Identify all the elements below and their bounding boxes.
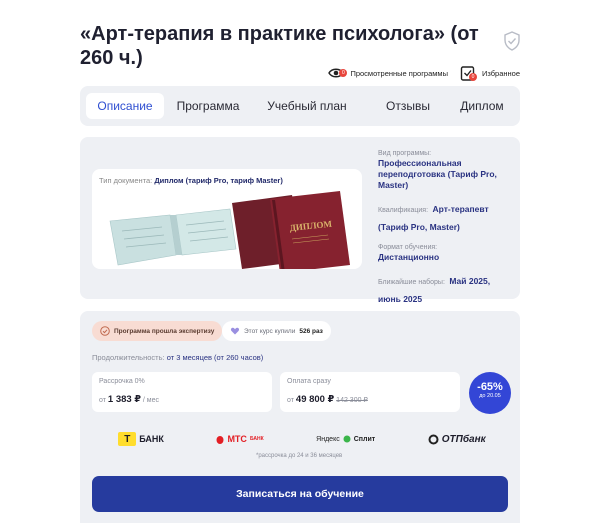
discount-until: до 20.05 bbox=[479, 393, 501, 399]
tab-reviews[interactable]: Отзывы bbox=[362, 93, 454, 119]
eye-icon: 0 bbox=[328, 66, 348, 80]
tab-description[interactable]: Описание bbox=[86, 93, 164, 119]
expertise-badge: Программа прошла экспертизу bbox=[92, 321, 223, 341]
split-circle-icon bbox=[343, 435, 351, 443]
purchases-count: 526 раз bbox=[299, 327, 323, 335]
tbank-name: БАНК bbox=[139, 434, 164, 444]
page-title: «Арт-терапия в практике психолога» (от 2… bbox=[80, 23, 479, 69]
top-actions: 0 Просмотренные программы 0 Избранное bbox=[320, 64, 520, 82]
program-specs: Вид программы: Профессиональная переподг… bbox=[378, 149, 513, 315]
spec-value: Профессиональная переподготовка (Тариф P… bbox=[378, 158, 497, 190]
mts-bank-small: БАНК bbox=[249, 436, 264, 442]
viewed-programs-link[interactable]: 0 Просмотренные программы bbox=[328, 66, 448, 80]
bookmark-icon: 0 bbox=[460, 66, 478, 81]
purchases-prefix: Этот курс купили bbox=[244, 327, 296, 335]
shield-check-icon[interactable] bbox=[503, 31, 521, 51]
document-type: Тип документа: Диплом (тариф Pro, тариф … bbox=[99, 176, 283, 185]
favorites-link[interactable]: 0 Избранное bbox=[460, 66, 520, 81]
spec-label: Ближайшие наборы: bbox=[378, 279, 445, 286]
document-card: ДИПЛОМ Тип документа: Диплом (тариф Pro,… bbox=[92, 169, 362, 269]
spec-value: Дистанционно bbox=[378, 252, 440, 262]
installment-price-row: от 1 383 ₽ / мес bbox=[99, 394, 265, 405]
spec-program-type: Вид программы: Профессиональная переподг… bbox=[378, 149, 513, 191]
installment-price: 1 383 ₽ bbox=[107, 394, 141, 405]
yandex-name: Яндекс bbox=[316, 435, 340, 443]
spec-label: Квалификация: bbox=[378, 207, 429, 214]
spec-label: Формат обучения: bbox=[378, 244, 438, 251]
full-payment-price-row: от 49 800 ₽ 142 300 ₽ bbox=[287, 394, 453, 405]
installment-option[interactable]: Рассрочка 0% от 1 383 ₽ / мес bbox=[92, 372, 272, 412]
full-payment-option[interactable]: Оплата сразу от 49 800 ₽ 142 300 ₽ bbox=[280, 372, 460, 412]
check-badge-icon bbox=[100, 326, 110, 336]
spec-next-intake: Ближайшие наборы: Май 2025, июнь 2025 bbox=[378, 271, 513, 307]
spec-format: Формат обучения: Дистанционно bbox=[378, 243, 513, 263]
split-name: Сплит bbox=[353, 435, 376, 443]
document-type-value: Диплом (тариф Pro, тариф Master) bbox=[154, 176, 283, 185]
spec-qualification: Квалификация: Арт-терапевт (Тариф Pro, M… bbox=[378, 199, 513, 235]
discount-percent: -65% bbox=[477, 381, 503, 393]
installment-note: *рассрочка до 24 и 36 месяцев bbox=[256, 453, 343, 459]
favorites-count-badge: 0 bbox=[468, 73, 477, 81]
tab-diploma[interactable]: Диплом bbox=[454, 93, 510, 119]
viewed-programs-label: Просмотренные программы bbox=[350, 68, 448, 78]
full-payment-prefix: от bbox=[287, 397, 294, 404]
expertise-text: Программа прошла экспертизу bbox=[114, 327, 215, 335]
otp-circle-icon bbox=[428, 434, 439, 444]
installment-prefix: от bbox=[99, 397, 106, 404]
tbank-shield-icon: Т bbox=[118, 432, 137, 446]
installment-label: Рассрочка 0% bbox=[99, 378, 145, 385]
duration: Продолжительность: от 3 месяцев (от 260 … bbox=[92, 353, 263, 362]
tab-curriculum[interactable]: Учебный план bbox=[252, 93, 362, 119]
tbank-logo: Т БАНК bbox=[118, 432, 164, 446]
favorites-label: Избранное bbox=[481, 68, 520, 78]
mts-bank-logo: МТС БАНК bbox=[216, 434, 264, 444]
duration-value: от 3 месяцев (от 260 часов) bbox=[166, 353, 264, 362]
otp-bank-logo: ОТПбанк bbox=[428, 434, 486, 445]
enroll-button[interactable]: Записаться на обучение bbox=[92, 476, 508, 512]
document-type-label: Тип документа: bbox=[99, 176, 153, 185]
otp-name: ОТПбанк bbox=[441, 433, 486, 445]
full-payment-label: Оплата сразу bbox=[287, 378, 331, 385]
mts-name: МТС bbox=[227, 434, 247, 444]
bank-partners: Т БАНК МТС БАНК Яндекс Сплит ОТПбанк bbox=[92, 429, 512, 449]
pricing-card: Программа прошла экспертизу Этот курс ку… bbox=[80, 311, 520, 523]
tab-program[interactable]: Программа bbox=[164, 93, 252, 119]
program-info-card: ДИПЛОМ Тип документа: Диплом (тариф Pro,… bbox=[80, 137, 520, 304]
installment-suffix: / мес bbox=[142, 397, 159, 404]
yandex-split-logo: Яндекс Сплит bbox=[316, 435, 375, 443]
spec-label: Вид программы: bbox=[378, 150, 432, 157]
full-payment-old-price: 142 300 ₽ bbox=[336, 397, 368, 404]
mts-egg-icon bbox=[216, 435, 224, 444]
duration-label: Продолжительность: bbox=[92, 353, 165, 362]
heart-icon bbox=[230, 327, 240, 335]
full-payment-price: 49 800 ₽ bbox=[295, 394, 335, 405]
tab-bar: Описание Программа Учебный план Отзывы Д… bbox=[80, 86, 520, 126]
discount-badge: -65% до 20.05 bbox=[469, 372, 511, 414]
purchases-badge: Этот курс купили 526 раз bbox=[222, 321, 331, 341]
